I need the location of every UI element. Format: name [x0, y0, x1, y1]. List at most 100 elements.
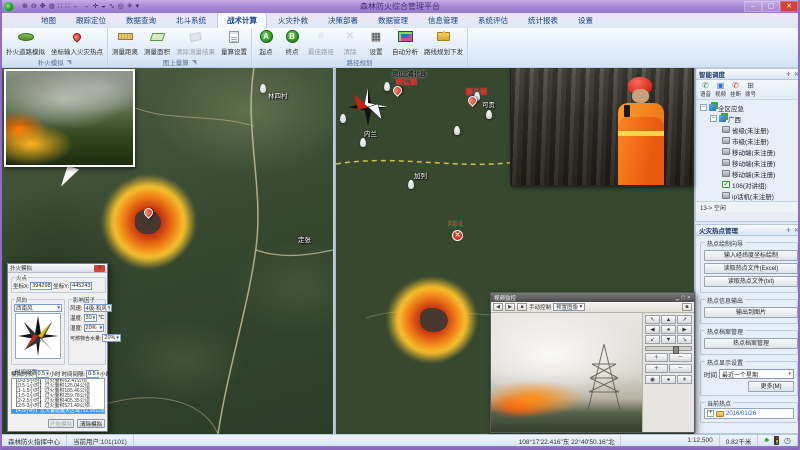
result-row-selected[interactable]: 【4.5小时】过火蔓延最大区域752.56公顷	[12, 409, 104, 414]
ptz-up-left-icon[interactable]: ↖	[645, 315, 660, 324]
clear-measure-button[interactable]: 清除测量结果	[173, 28, 218, 57]
video-title-bar[interactable]: 视频监控 ▁ ▢ ✕	[491, 293, 694, 302]
output-to-image-button[interactable]: 输出到图片	[704, 307, 798, 318]
wind-speed-select[interactable]: 4级·和风▾	[84, 304, 113, 312]
fire-location-marker[interactable]	[452, 230, 463, 241]
measure-distance-button[interactable]: 测量距离	[109, 28, 141, 57]
measure-icon[interactable]: ∿	[109, 2, 115, 12]
map-pin-icon[interactable]	[340, 114, 346, 123]
preset-select[interactable]: 预置图像 ▾	[553, 303, 585, 311]
ptz-left-icon[interactable]: ◀	[645, 325, 660, 334]
tree-node-terminal[interactable]: 移动端(未注册)	[700, 146, 800, 157]
coord-y-field[interactable]: 4452435	[70, 282, 92, 290]
ptz-down-left-icon[interactable]: ↙	[645, 335, 660, 344]
collapse-icon[interactable]: −	[700, 104, 707, 111]
map-pin-icon[interactable]	[454, 126, 460, 135]
close-button[interactable]	[780, 1, 798, 12]
clear-sim-button[interactable]: 清除模拟	[77, 419, 105, 428]
ptz-home-icon[interactable]: ●	[661, 325, 676, 334]
group-launcher-icon[interactable]: ◥	[67, 59, 72, 66]
map-pin-icon[interactable]	[360, 138, 366, 147]
app-logo-icon[interactable]	[4, 2, 14, 12]
tab-settings[interactable]: 设置	[569, 13, 602, 28]
focus-near-icon[interactable]: ＋	[645, 364, 668, 373]
auto-analysis-button[interactable]: 自动分析	[389, 28, 421, 57]
map-scale-readout[interactable]: 1:12,500	[681, 435, 719, 446]
tree-node-root[interactable]: − 全区应急	[700, 102, 800, 113]
start-sim-button[interactable]: 开始模拟	[48, 419, 74, 428]
tab-tracking[interactable]: 跟踪定位	[67, 13, 115, 28]
dialog-title-bar[interactable]: 扑火模拟	[8, 264, 107, 273]
route-end-button[interactable]: B 终点	[279, 28, 305, 57]
traffic-light-icon[interactable]	[774, 436, 779, 445]
video-window-buttons[interactable]: ▁ ▢ ✕	[675, 295, 691, 301]
video-feed[interactable]	[491, 313, 642, 432]
tools-icon[interactable]: ✳	[127, 2, 133, 12]
voice-call-button[interactable]: ✆语音	[700, 82, 711, 98]
read-excel-button[interactable]: 读取热点文件(Excel)	[704, 263, 798, 274]
tree-node-talkgroup[interactable]: 106(对讲组)	[700, 179, 800, 190]
route-dispatch-button[interactable]: 路线规划下发	[421, 28, 466, 57]
zoom-plus-icon[interactable]: ＋	[645, 353, 668, 362]
ptz-up-right-icon[interactable]: ↗	[677, 315, 692, 324]
globe2-icon[interactable]: ◎	[118, 2, 124, 12]
zoom-in-icon[interactable]: ⊕	[22, 2, 28, 12]
fire-photo-overlay[interactable]	[4, 69, 135, 167]
play-icon[interactable]: ▶	[505, 303, 515, 311]
group-launcher-icon[interactable]: ◥	[192, 59, 197, 66]
ptz-down-right-icon[interactable]: ↘	[677, 335, 692, 344]
zoom-out-icon[interactable]: ⊖	[31, 2, 37, 12]
read-txt-button[interactable]: 读取热点文件(txt)	[704, 276, 798, 287]
back-icon[interactable]: ←	[73, 2, 80, 12]
video-call-button[interactable]: ▣视频	[715, 82, 726, 98]
tree-node-region[interactable]: − 广西	[700, 113, 800, 124]
minimize-button[interactable]	[744, 1, 762, 12]
focus-far-icon[interactable]: －	[669, 364, 692, 373]
tree-node-terminal[interactable]: 移动端(未注册)	[700, 168, 800, 179]
fire-road-sim-button[interactable]: 扑火道路模拟	[3, 28, 48, 57]
route-start-button[interactable]: A 起点	[253, 28, 279, 57]
globe-icon[interactable]: ◍	[49, 2, 55, 12]
tree-node-terminal[interactable]: 移动端(未注册)	[700, 157, 800, 168]
interval-select[interactable]: 0.5▾	[86, 370, 99, 378]
split-view-icon[interactable]: ∷	[65, 2, 69, 12]
step-back-icon[interactable]: ◀	[493, 303, 503, 311]
route-settings-button[interactable]: 设置	[363, 28, 389, 57]
tab-info-mgmt[interactable]: 信息管理	[419, 13, 467, 28]
archive-manage-button[interactable]: 热点档案管理	[704, 338, 798, 349]
tree-node-terminal[interactable]: 省级(未注册)	[700, 124, 800, 135]
input-coords-button[interactable]: 输入经纬度坐标绘制	[704, 250, 798, 261]
temperature-select[interactable]: 30▾	[84, 314, 98, 322]
panel-close-icon[interactable]: ✕	[794, 71, 799, 78]
best-route-button[interactable]: 最佳路径	[305, 28, 337, 57]
tab-data-query[interactable]: 数据查询	[117, 13, 165, 28]
ptz-settings-icon[interactable]: ✳	[677, 375, 692, 384]
measure-area-button[interactable]: 测量面积	[141, 28, 173, 57]
forest-icon[interactable]: ♣	[764, 437, 769, 444]
hotspot-panel-header[interactable]: 火灾热点管理 ✛ ✕	[696, 225, 800, 236]
snapshot-icon[interactable]: ◉	[645, 375, 660, 384]
tab-beidou[interactable]: 北斗系统	[167, 13, 215, 28]
ptz-right-icon[interactable]: ▶	[677, 325, 692, 334]
humidity-select[interactable]: 20%▾	[84, 324, 104, 332]
dial-button[interactable]: ⊞拨号	[745, 82, 756, 98]
pan-icon[interactable]: ✥	[40, 2, 46, 12]
map-pin-icon[interactable]	[486, 110, 492, 119]
panel-close-icon[interactable]: ✕	[794, 227, 799, 234]
tree-node-terminal[interactable]: ip话机(未注册)	[700, 190, 800, 201]
tab-tactical-calc[interactable]: 战术计算	[217, 12, 267, 28]
expand-icon[interactable]: +	[707, 410, 714, 417]
qat-dropdown-icon[interactable]: ▾	[136, 2, 140, 12]
stop-icon[interactable]: ■	[517, 303, 527, 311]
time-range-select[interactable]: 最近一个星期▾	[719, 369, 794, 379]
wind-direction-select[interactable]: 西南风▾	[14, 304, 62, 312]
more-button[interactable]: 更多(M)	[748, 381, 794, 392]
tab-fire-fighting[interactable]: 火灾扑救	[269, 13, 317, 28]
collapse-icon[interactable]: −	[710, 115, 717, 122]
record-icon[interactable]: ●	[661, 375, 676, 384]
map-pin-icon[interactable]	[408, 180, 414, 189]
maximize-button[interactable]	[762, 1, 780, 12]
tab-system-eval[interactable]: 系统评估	[469, 13, 517, 28]
dialog-close-icon[interactable]	[94, 265, 105, 272]
coord-input-hotspot-button[interactable]: 坐标输入火灾热点	[48, 28, 106, 57]
